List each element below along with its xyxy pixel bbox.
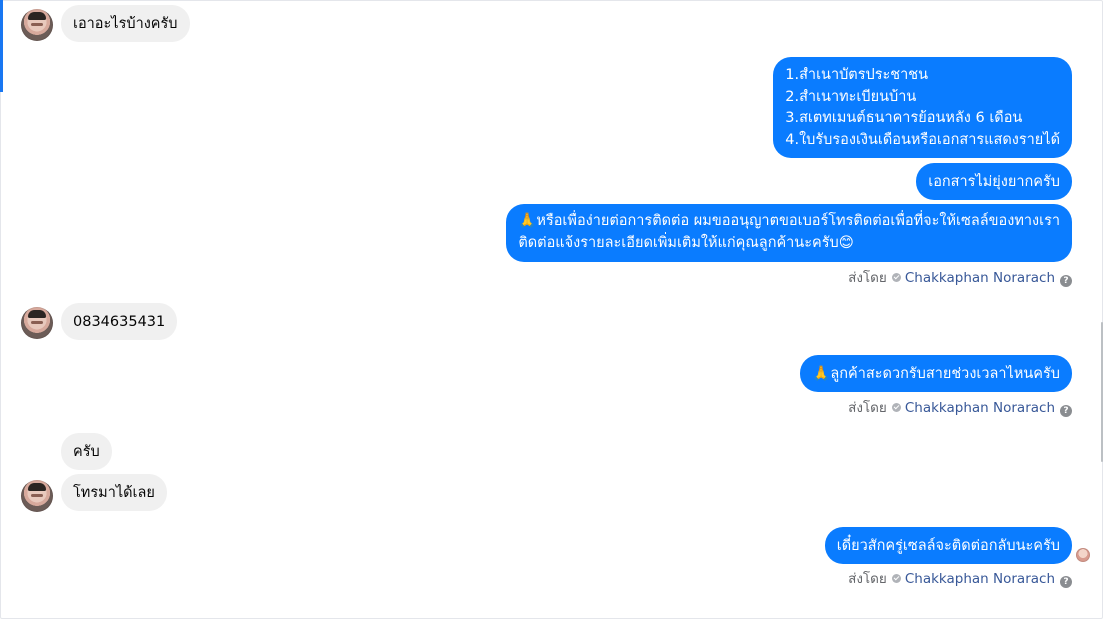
check-icon <box>891 273 901 282</box>
outgoing-message[interactable]: 🙏หรือเพื่อง่ายต่อการติดต่อ ผมขออนุญาตขอเ… <box>506 204 1072 262</box>
sender-name[interactable]: Chakkaphan Norarach <box>905 270 1055 286</box>
sent-by-prefix: ส่งโดย <box>848 400 887 416</box>
scrollbar[interactable] <box>1101 322 1103 462</box>
incoming-message[interactable]: 0834635431 <box>61 303 178 340</box>
check-icon <box>891 574 901 583</box>
sent-by-label: ส่งโดย Chakkaphan Norarach? <box>848 400 1072 417</box>
outgoing-message[interactable]: 1.สำเนาบัตรประชาชน 2.สำเนาทะเบียนบ้าน 3.… <box>773 57 1072 158</box>
sent-by-label: ส่งโดย Chakkaphan Norarach? <box>848 571 1072 588</box>
seen-avatar-icon <box>1076 548 1090 562</box>
incoming-message[interactable]: ครับ <box>61 433 112 470</box>
outgoing-message[interactable]: 🙏ลูกค้าสะดวกรับสายช่วงเวลาไหนครับ <box>800 355 1072 392</box>
sent-by-prefix: ส่งโดย <box>848 571 887 587</box>
customer-avatar[interactable] <box>21 480 53 512</box>
sent-by-prefix: ส่งโดย <box>848 270 887 286</box>
incoming-message[interactable]: เอาอะไรบ้างครับ <box>61 5 190 42</box>
active-indicator <box>0 0 3 92</box>
help-icon[interactable]: ? <box>1060 576 1072 588</box>
sender-name[interactable]: Chakkaphan Norarach <box>905 400 1055 416</box>
outgoing-message[interactable]: เดี๋ยวสักครู่เซลล์จะติดต่อกลับนะครับ <box>824 527 1072 564</box>
incoming-message[interactable]: โทรมาได้เลย <box>61 474 167 511</box>
check-icon <box>891 403 901 412</box>
customer-avatar[interactable] <box>21 9 53 41</box>
help-icon[interactable]: ? <box>1060 275 1072 287</box>
outgoing-message[interactable]: เอกสารไม่ยุ่งยากครับ <box>916 163 1072 200</box>
sent-by-label: ส่งโดย Chakkaphan Norarach? <box>848 270 1072 287</box>
sender-name[interactable]: Chakkaphan Norarach <box>905 571 1055 587</box>
help-icon[interactable]: ? <box>1060 405 1072 417</box>
customer-avatar[interactable] <box>21 307 53 339</box>
